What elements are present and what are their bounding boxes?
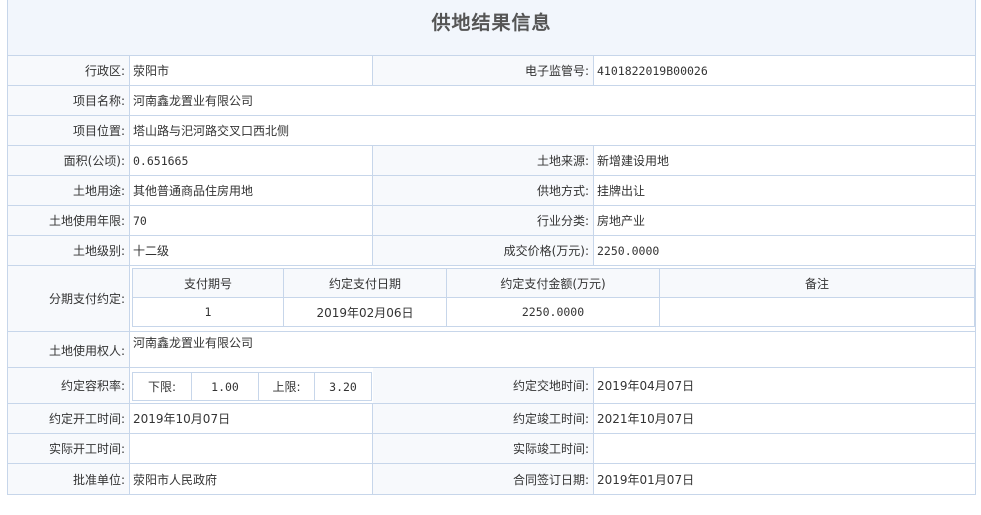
land-grade-value: 十二级 — [130, 236, 373, 265]
location-value: 塔山路与汜河路交叉口西北侧 — [133, 124, 290, 138]
use-years-value: 70 — [130, 206, 373, 235]
supply-method-label: 供地方式: — [373, 176, 594, 205]
contract-date-value: 2019年01月07日 — [597, 472, 695, 487]
district-label: 行政区: — [8, 56, 130, 85]
actual-start-value — [130, 434, 373, 463]
row-use-years: 土地使用年限: 70 行业分类: 房地产业 — [7, 206, 976, 236]
payment-header-amount: 约定支付金额(万元) — [446, 268, 660, 298]
installment-label: 分期支付约定: — [8, 266, 130, 331]
land-user-value: 河南鑫龙置业有限公司 — [133, 336, 254, 350]
supervision-no-value: 4101822019B00026 — [597, 63, 708, 78]
land-grade-label: 土地级别: — [8, 236, 130, 265]
page-title-bar: 供地结果信息 — [7, 0, 976, 56]
page-title: 供地结果信息 — [431, 12, 552, 34]
row-installment: 分期支付约定: 支付期号 约定支付日期 约定支付金额(万元) 备注 1 2019… — [7, 266, 976, 332]
area-label: 面积(公顷): — [8, 146, 130, 175]
start-label: 约定开工时间: — [8, 404, 130, 433]
supply-method-value: 挂牌出让 — [597, 184, 646, 198]
industry-label: 行业分类: — [373, 206, 594, 235]
row-start: 约定开工时间: 2019年10月07日 约定竣工时间: 2021年10月07日 — [7, 404, 976, 434]
actual-start-label: 实际开工时间: — [8, 434, 130, 463]
payment-remark — [659, 297, 975, 327]
complete-label: 约定竣工时间: — [373, 404, 594, 433]
land-user-label: 土地使用权人: — [8, 332, 130, 367]
row-district: 行政区: 荥阳市 电子监管号: 4101822019B00026 — [7, 56, 976, 86]
plot-ratio-lower-value: 1.00 — [191, 372, 259, 401]
plot-ratio-lower-label: 下限: — [132, 372, 192, 401]
supervision-no-label: 电子监管号: — [373, 56, 594, 85]
start-value: 2019年10月07日 — [130, 404, 373, 433]
approver-value: 荥阳市人民政府 — [130, 464, 373, 494]
plot-ratio-table: 下限: 1.00 上限: 3.20 — [132, 372, 372, 401]
payment-header-remark: 备注 — [659, 268, 975, 298]
complete-value: 2021年10月07日 — [597, 412, 695, 426]
row-land-grade: 土地级别: 十二级 成交价格(万元): 2250.0000 — [7, 236, 976, 266]
land-supply-result-page: 供地结果信息 行政区: 荥阳市 电子监管号: 4101822019B00026 … — [7, 0, 976, 495]
actual-complete-label: 实际竣工时间: — [373, 434, 594, 463]
district-value: 荥阳市 — [130, 56, 373, 85]
location-label: 项目位置: — [8, 116, 130, 145]
plot-ratio-label: 约定容积率: — [8, 368, 130, 403]
price-label: 成交价格(万元): — [373, 236, 594, 265]
payment-table-header: 支付期号 约定支付日期 约定支付金额(万元) 备注 — [132, 268, 975, 298]
table-row: 1 2019年02月06日 2250.0000 — [132, 297, 975, 327]
payment-header-date: 约定支付日期 — [283, 268, 447, 298]
land-source-label: 土地来源: — [373, 146, 594, 175]
row-approver: 批准单位: 荥阳市人民政府 合同签订日期: 2019年01月07日 — [7, 464, 976, 495]
use-years-label: 土地使用年限: — [8, 206, 130, 235]
row-plot-ratio: 约定容积率: 下限: 1.00 上限: 3.20 约定交地时间: 2019年04… — [7, 368, 976, 404]
handover-label: 约定交地时间: — [373, 368, 594, 403]
plot-ratio-upper-value: 3.20 — [314, 372, 372, 401]
industry-value: 房地产业 — [597, 214, 646, 228]
project-name-label: 项目名称: — [8, 86, 130, 115]
payment-date: 2019年02月06日 — [283, 297, 447, 327]
contract-date-label: 合同签订日期: — [373, 464, 594, 494]
payment-header-period: 支付期号 — [132, 268, 284, 298]
plot-ratio-upper-label: 上限: — [258, 372, 315, 401]
row-project-name: 项目名称: 河南鑫龙置业有限公司 — [7, 86, 976, 116]
area-value: 0.651665 — [130, 146, 373, 175]
row-land-user: 土地使用权人: 河南鑫龙置业有限公司 — [7, 332, 976, 368]
price-value: 2250.0000 — [597, 243, 660, 258]
land-use-value: 其他普通商品住房用地 — [130, 176, 373, 205]
land-use-label: 土地用途: — [8, 176, 130, 205]
approver-label: 批准单位: — [8, 464, 130, 494]
row-land-use: 土地用途: 其他普通商品住房用地 供地方式: 挂牌出让 — [7, 176, 976, 206]
project-name-value: 河南鑫龙置业有限公司 — [133, 94, 254, 108]
row-location: 项目位置: 塔山路与汜河路交叉口西北侧 — [7, 116, 976, 146]
handover-value: 2019年04月07日 — [597, 379, 695, 393]
payment-period: 1 — [132, 297, 284, 327]
payment-amount: 2250.0000 — [446, 297, 660, 327]
actual-complete-value — [594, 434, 975, 463]
row-area: 面积(公顷): 0.651665 土地来源: 新增建设用地 — [7, 146, 976, 176]
payment-table: 支付期号 约定支付日期 约定支付金额(万元) 备注 1 2019年02月06日 … — [132, 268, 975, 327]
land-source-value: 新增建设用地 — [597, 154, 670, 168]
row-actual-start: 实际开工时间: 实际竣工时间: — [7, 434, 976, 464]
